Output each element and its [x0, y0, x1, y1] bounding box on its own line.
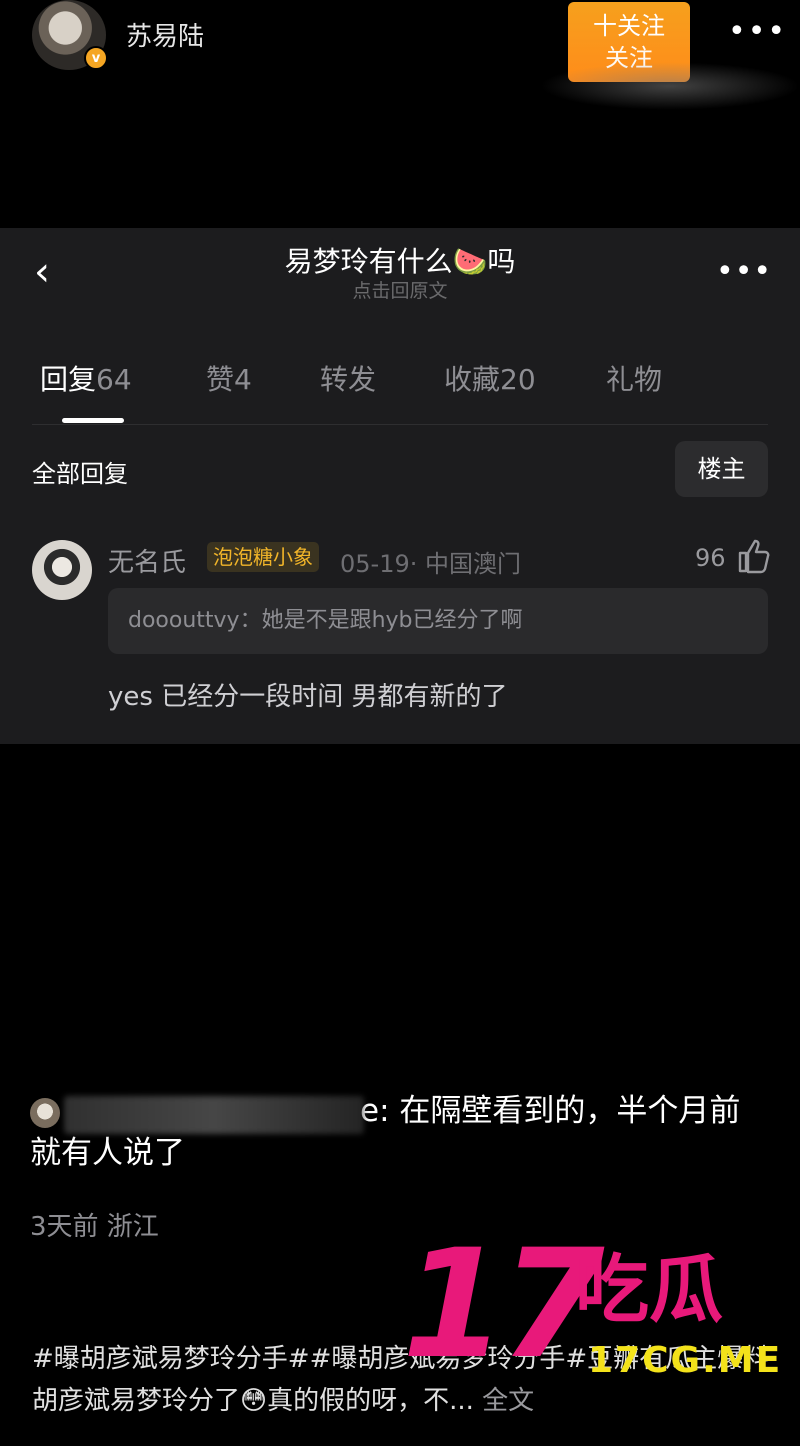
verified-badge-icon: v	[84, 46, 108, 70]
watermark-chinese: 吃瓜	[575, 1247, 723, 1333]
post-title[interactable]: 易梦玲有什么🍉吗	[0, 240, 800, 280]
repost-meta: 3天前 浙江	[30, 1212, 159, 1242]
watermark-url: 17CG.ME	[588, 1340, 783, 1381]
username[interactable]: 苏易陆	[126, 16, 204, 53]
like-count: 96	[695, 544, 726, 572]
post-detail-panel: ‹ 易梦玲有什么🍉吗 点击回原文 ••• 回复64 赞4 转发 收藏20 礼物 …	[0, 228, 800, 744]
divider	[32, 424, 768, 425]
avatar[interactable]	[32, 540, 92, 600]
user-badge: 泡泡糖小象	[207, 542, 319, 572]
follow-button-label: 十关注	[593, 12, 665, 40]
tab-count: 20	[500, 363, 536, 396]
active-tab-indicator	[62, 418, 124, 423]
quoted-comment[interactable]: dooouttvy：她是不是跟hyb已经分了啊	[108, 588, 768, 654]
tab-count: 64	[96, 363, 132, 396]
comment-item: 无名氏 泡泡糖小象 05-19· 中国澳门 96 dooouttvy：她是不是跟…	[0, 538, 800, 738]
profile-header: v 苏易陆 十关注 关注 •••	[0, 0, 800, 110]
more-options-icon[interactable]: •••	[716, 254, 772, 289]
back-to-original-link[interactable]: 点击回原文	[0, 276, 800, 303]
commenter-name[interactable]: 无名氏	[108, 542, 186, 579]
tab-count: 4	[234, 363, 252, 396]
blur-smudge	[540, 62, 800, 110]
tab-label: 转发	[320, 363, 377, 396]
tab-reposts[interactable]: 转发	[320, 358, 376, 398]
more-options-icon[interactable]: •••	[728, 14, 787, 49]
tab-label: 回复	[40, 363, 97, 396]
tab-label: 收藏	[444, 363, 501, 396]
section-title: 全部回复	[32, 460, 128, 488]
tab-favorites[interactable]: 收藏20	[444, 358, 536, 398]
tab-label: 赞	[206, 363, 235, 396]
tab-label: 礼物	[606, 363, 663, 396]
owner-filter-button[interactable]: 楼主	[675, 441, 768, 497]
thumbs-up-icon[interactable]	[736, 538, 770, 574]
tab-gifts[interactable]: 礼物	[606, 358, 662, 398]
avatar[interactable]	[30, 1098, 60, 1128]
repost-comment: e: 在隔壁看到的，半个月前就有人说了	[30, 1090, 770, 1174]
tab-bar: 回复64 赞4 转发 收藏20 礼物	[0, 358, 800, 398]
tab-replies[interactable]: 回复64	[40, 358, 132, 398]
tab-likes[interactable]: 赞4	[206, 358, 252, 398]
comment-meta: 05-19· 中国澳门	[340, 550, 521, 578]
comment-text: yes 已经分一段时间 男都有新的了	[108, 682, 508, 712]
blurred-username	[64, 1096, 364, 1134]
watermark-number: 17	[402, 1218, 605, 1392]
